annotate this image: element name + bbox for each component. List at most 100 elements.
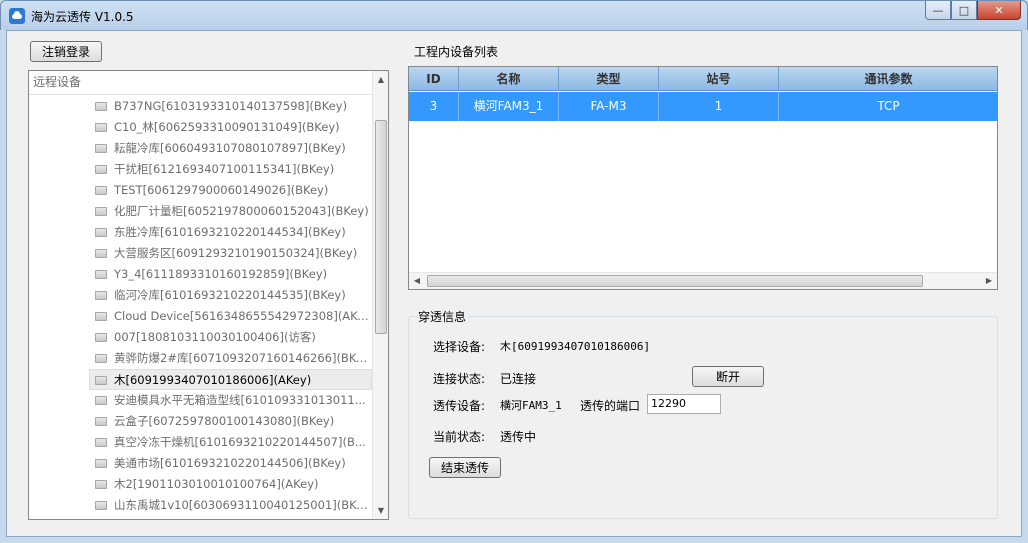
column-name[interactable]: 名称 — [459, 67, 559, 91]
end-passthrough-button[interactable]: 结束透传 — [429, 457, 501, 478]
current-status-value: 透传中 — [500, 430, 537, 444]
target-device-label: 透传设备: — [433, 399, 486, 413]
tree-item[interactable]: 黄骅防爆2#库[6071093207160146266](BKey) — [29, 348, 373, 369]
tree-item[interactable]: 安迪模具水平无箱造型线[610109331013011... — [29, 390, 373, 411]
tree-item-label: 007[1808103110030100406](访客) — [114, 330, 316, 344]
hscroll-thumb[interactable] — [427, 275, 923, 287]
cell-comm: TCP — [779, 92, 997, 121]
scroll-down-icon[interactable]: ▼ — [373, 502, 388, 519]
tree-item-label: 木2[1901103010010100764](AKey) — [114, 477, 319, 491]
title-bar: 海为云透传 V1.0.5 — □ ✕ — [0, 0, 1028, 30]
device-icon — [95, 354, 107, 363]
device-icon — [95, 480, 107, 489]
tree-item[interactable]: 007[1808103110030100406](访客) — [29, 327, 373, 348]
tree-item-label: 山东禹城1v10[6030693110040125001](BKey) — [114, 498, 373, 512]
selected-device-value: 木[6091993407010186006] — [500, 340, 651, 353]
device-icon — [95, 376, 107, 385]
tree-item-label: 木[6091993407010186006](AKey) — [114, 373, 312, 387]
tree-item[interactable]: 木[6091993407010186006](AKey) — [89, 369, 372, 390]
tree-item[interactable]: Y3_4[6111893310160192859](BKey) — [29, 264, 373, 285]
tree-item[interactable]: 化肥厂计量柜[6052197800060152043](BKey) — [29, 201, 373, 222]
remote-device-tree[interactable]: 远程设备 B737NG[6103193310140137598](BKey) C1… — [28, 70, 389, 520]
tree-item-label: B737NG[6103193310140137598](BKey) — [114, 99, 348, 113]
tree-item-label: 耘龍冷库[6060493107080107897](BKey) — [114, 141, 346, 155]
table-hscrollbar[interactable]: ◀ ▶ — [409, 272, 997, 289]
tree-item[interactable]: 耘龍冷库[6060493107080107897](BKey) — [29, 138, 373, 159]
cell-id: 3 — [409, 92, 459, 121]
tree-item-label: 化肥厂计量柜[6052197800060152043](BKey) — [114, 204, 369, 218]
cell-name: 横河FAM3_1 — [459, 92, 559, 121]
disconnect-button[interactable]: 断开 — [692, 366, 764, 387]
minimize-icon[interactable]: — — [925, 1, 951, 20]
tree-item-label: TEST[6061297900060149026](BKey) — [114, 183, 329, 197]
device-icon — [95, 312, 107, 321]
tree-item[interactable]: 山东禹城1v10[6030693110040125001](BKey) — [29, 495, 373, 516]
device-icon — [95, 270, 107, 279]
tree-item-label: 云盒子[6072597800100143080](BKey) — [114, 414, 335, 428]
logout-button[interactable]: 注销登录 — [30, 41, 102, 62]
device-icon — [95, 396, 107, 405]
passthrough-group — [408, 316, 998, 519]
device-icon — [95, 186, 107, 195]
cell-station: 1 — [659, 92, 779, 121]
tree-item[interactable]: 干扰柜[6121693407100115341](BKey) — [29, 159, 373, 180]
device-icon — [95, 144, 107, 153]
target-device-value: 横河FAM3_1 — [500, 399, 562, 412]
tree-item[interactable]: B737NG[6103193310140137598](BKey) — [29, 96, 373, 117]
tree-item[interactable]: 真空冷冻干燥机[6101693210220144507](B... — [29, 432, 373, 453]
tree-item[interactable]: TEST[6061297900060149026](BKey) — [29, 180, 373, 201]
window-title: 海为云透传 V1.0.5 — [31, 10, 134, 24]
tree-item-label: 临河冷库[6101693210220144535](BKey) — [114, 288, 346, 302]
port-input[interactable]: 12290 — [647, 394, 721, 414]
tree-scrollbar[interactable]: ▲ ▼ — [372, 71, 388, 519]
tree-item[interactable]: 云盒子[6072597800100143080](BKey) — [29, 411, 373, 432]
device-icon — [95, 333, 107, 342]
tree-item[interactable]: C10_林[6062593310090131049](BKey) — [29, 117, 373, 138]
column-id[interactable]: ID — [409, 67, 459, 91]
tree-header: 远程设备 — [29, 71, 373, 95]
device-icon — [95, 501, 107, 510]
tree-item-label: 美通市场[6101693210220144506](BKey) — [114, 456, 346, 470]
tree-item[interactable]: 美通市场[6101693210220144506](BKey) — [29, 453, 373, 474]
device-icon — [95, 291, 107, 300]
conn-status-value: 已连接 — [500, 372, 537, 386]
scroll-up-icon[interactable]: ▲ — [373, 71, 388, 88]
column-type[interactable]: 类型 — [559, 67, 659, 91]
device-icon — [95, 228, 107, 237]
tree-item[interactable]: 临河冷库[6101693210220144535](BKey) — [29, 285, 373, 306]
tree-item-label: 安迪模具水平无箱造型线[610109331013011... — [114, 393, 366, 407]
tree-item[interactable]: 东胜冷库[6101693210220144534](BKey) — [29, 222, 373, 243]
maximize-icon[interactable]: □ — [951, 1, 977, 20]
tree-item-label: 东胜冷库[6101693210220144534](BKey) — [114, 225, 346, 239]
scroll-thumb[interactable] — [375, 120, 387, 334]
tree-item[interactable]: 木2[1901103010010100764](AKey) — [29, 474, 373, 495]
device-icon — [95, 417, 107, 426]
cloud-app-icon — [9, 8, 25, 24]
port-label: 透传的端口 — [580, 399, 641, 413]
device-list-title: 工程内设备列表 — [414, 45, 499, 59]
tree-item-label: Cloud Device[5616348655542972308](AKey) — [114, 309, 373, 323]
cell-type: FA-M3 — [559, 92, 659, 121]
tree-item-label: C10_林[6062593310090131049](BKey) — [114, 120, 340, 134]
device-icon — [95, 438, 107, 447]
device-icon — [95, 123, 107, 132]
device-icon — [95, 207, 107, 216]
tree-item[interactable]: Cloud Device[5616348655542972308](AKey) — [29, 306, 373, 327]
scroll-left-icon[interactable]: ◀ — [409, 273, 425, 289]
column-station[interactable]: 站号 — [659, 67, 779, 91]
tree-item[interactable]: 大营服务区[6091293210190150324](BKey) — [29, 243, 373, 264]
conn-status-label: 连接状态: — [433, 372, 486, 386]
tree-item-label: 黄骅防爆2#库[6071093207160146266](BKey) — [114, 351, 373, 365]
device-list: B737NG[6103193310140137598](BKey) C10_林[6… — [29, 96, 373, 516]
device-icon — [95, 459, 107, 468]
device-icon — [95, 249, 107, 258]
table-row[interactable]: 3 横河FAM3_1 FA-M3 1 TCP — [409, 92, 997, 121]
close-icon[interactable]: ✕ — [977, 1, 1021, 20]
device-table[interactable]: ID 名称 类型 站号 通讯参数 3 横河FAM3_1 FA-M3 1 TCP … — [408, 66, 998, 290]
window-controls: — □ ✕ — [925, 1, 1021, 20]
device-icon — [95, 165, 107, 174]
column-comm[interactable]: 通讯参数 — [779, 67, 997, 91]
current-status-label: 当前状态: — [433, 430, 486, 444]
scroll-right-icon[interactable]: ▶ — [981, 273, 997, 289]
selected-device-label: 选择设备: — [433, 340, 486, 354]
